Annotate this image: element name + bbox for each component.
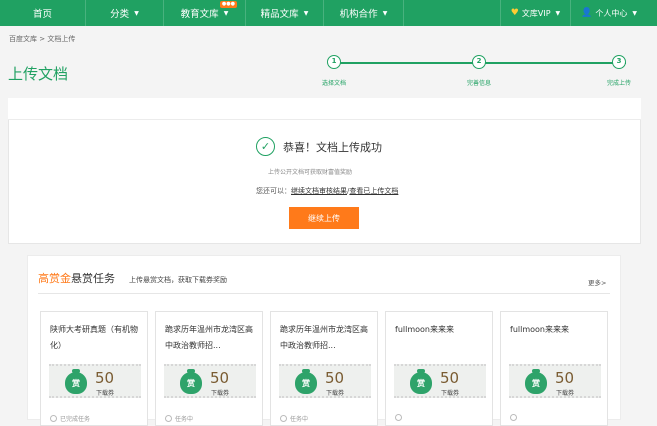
reward-ticket: 赏 50 下载券 [164,364,256,398]
step-number: 2 [472,55,486,69]
nav-item-institution[interactable]: 机构合作 ▼ [324,0,404,26]
reward-amount: 50 [95,369,115,387]
money-bag-icon: 赏 [525,369,547,394]
reward-unit: 下载券 [556,390,575,397]
money-bag-icon: 赏 [180,369,202,394]
success-title: 恭喜！文档上传成功 [283,140,382,154]
task-card[interactable]: 跪求历年温州市龙湾区高中政治教师招... 赏 50 下载券 任务中 [155,311,263,426]
task-card[interactable]: fullmoon来来来 赏 50 下载券 [500,311,608,426]
next-actions: 您还可以：继续文档审核结果/查看已上传文档 [256,186,398,196]
top-nav: 首页 分类 ▼ 教育文库 ▼ ●●● 精品文库 ▼ 机构合作 ▼ ♥ 文库VIP… [0,0,657,26]
nav-item-label: 分类 [110,9,130,20]
status-icon [165,415,172,422]
reward-ticket: 赏 50 下载券 [279,364,371,398]
task-status: 已完成任务 [50,414,90,423]
reward-amount: 50 [325,369,345,387]
task-title: 陕师大考研真题（有机物化） [50,325,138,350]
reward-header: 高赏金 悬赏任务 上传悬赏文档，获取下载券奖励 [38,270,227,286]
caret-down-icon: ▼ [303,9,309,17]
task-title: fullmoon来来来 [395,325,454,334]
caret-down-icon: ▼ [632,9,637,17]
reward-unit: 下载券 [211,390,230,397]
money-bag-icon: 赏 [295,369,317,394]
caret-down-icon: ▼ [555,9,561,17]
breadcrumb[interactable]: 百度文库 > 文档上传 [9,34,75,44]
money-bag-icon: 赏 [65,369,87,394]
step-done: 3 完成上传 [594,55,644,87]
reward-ticket: 赏 50 下载券 [509,364,601,398]
task-title: fullmoon来来来 [510,325,569,334]
step-info: 2 完善信息 [454,55,504,87]
task-status: 任务中 [165,414,193,423]
more-link[interactable]: 更多> [588,277,606,287]
reward-ticket: 赏 50 下载券 [49,364,141,398]
user-menu[interactable]: 👤 个人中心 ▼ [570,0,657,26]
continue-upload-button[interactable]: 继续上传 [289,207,359,229]
reward-amount: 50 [210,369,230,387]
task-card[interactable]: 跪求历年温州市龙湾区高中政治教师招... 赏 50 下载券 任务中 [270,311,378,426]
nav-item-label: 机构合作 [339,9,378,20]
step-label: 选择文档 [321,80,346,87]
caret-down-icon: ▼ [134,9,139,17]
task-status: 任务中 [280,414,308,423]
reward-amount: 50 [555,369,575,387]
step-label: 完成上传 [606,80,631,87]
card-header-strip [8,98,641,120]
reward-unit: 下载券 [441,390,460,397]
success-message: ✓ 恭喜！文档上传成功 [256,137,382,156]
user-label: 个人中心 [595,8,628,18]
reward-amount: 50 [440,369,460,387]
task-status [395,414,405,422]
next-actions-prefix: 您还可以： [256,187,291,195]
nav-item-home[interactable]: 首页 [0,0,86,26]
reward-unit: 下载券 [96,390,115,397]
reward-title-highlight: 高赏金 [38,272,71,285]
nav-item-label: 精品文库 [260,9,299,20]
caret-down-icon: ▼ [382,9,388,17]
step-label: 完善信息 [466,80,491,87]
task-title: 跪求历年温州市龙湾区高中政治教师招... [165,325,253,350]
review-result-link[interactable]: 继续文档审核结果 [291,187,347,195]
nav-item-label: 教育文库 [180,9,219,20]
upload-steps: 1 选择文档 2 完善信息 3 完成上传 [320,55,640,90]
reward-ticket: 赏 50 下载券 [394,364,486,398]
reward-unit: 下载券 [326,390,345,397]
nav-item-premium[interactable]: 精品文库 ▼ [246,0,324,26]
step-select: 1 选择文档 [309,55,359,87]
nav-item-education[interactable]: 教育文库 ▼ ●●● [164,0,246,26]
task-card[interactable]: fullmoon来来来 赏 50 下载券 [385,311,493,426]
hot-badge: ●●● [219,1,237,8]
step-number: 1 [327,55,341,69]
vip-shield-icon: ♥ [510,8,519,18]
vip-menu[interactable]: ♥ 文库VIP ▼ [499,0,570,26]
vip-label: 文库VIP [521,8,551,18]
page-title: 上传文档 [8,65,69,83]
task-status [510,414,520,422]
step-number: 3 [612,55,626,69]
task-card[interactable]: 陕师大考研真题（有机物化） 赏 50 下载券 已完成任务 [40,311,148,426]
money-bag-icon: 赏 [410,369,432,394]
uploaded-docs-link[interactable]: 查看已上传文档 [349,187,398,195]
reward-divider [38,293,610,294]
nav-item-category[interactable]: 分类 ▼ [86,0,164,26]
check-circle-icon: ✓ [256,137,275,156]
reward-description: 上传悬赏文档，获取下载券奖励 [129,276,227,284]
status-icon [280,415,287,422]
task-title: 跪求历年温州市龙湾区高中政治教师招... [280,325,368,350]
caret-down-icon: ▼ [223,9,229,17]
status-icon [50,415,57,422]
nav-item-label: 首页 [32,9,52,20]
user-icon: 👤 [581,8,593,18]
success-subtitle: 上传公开文档可获取财富值奖励 [268,169,353,176]
reward-title: 悬赏任务 [71,272,115,285]
